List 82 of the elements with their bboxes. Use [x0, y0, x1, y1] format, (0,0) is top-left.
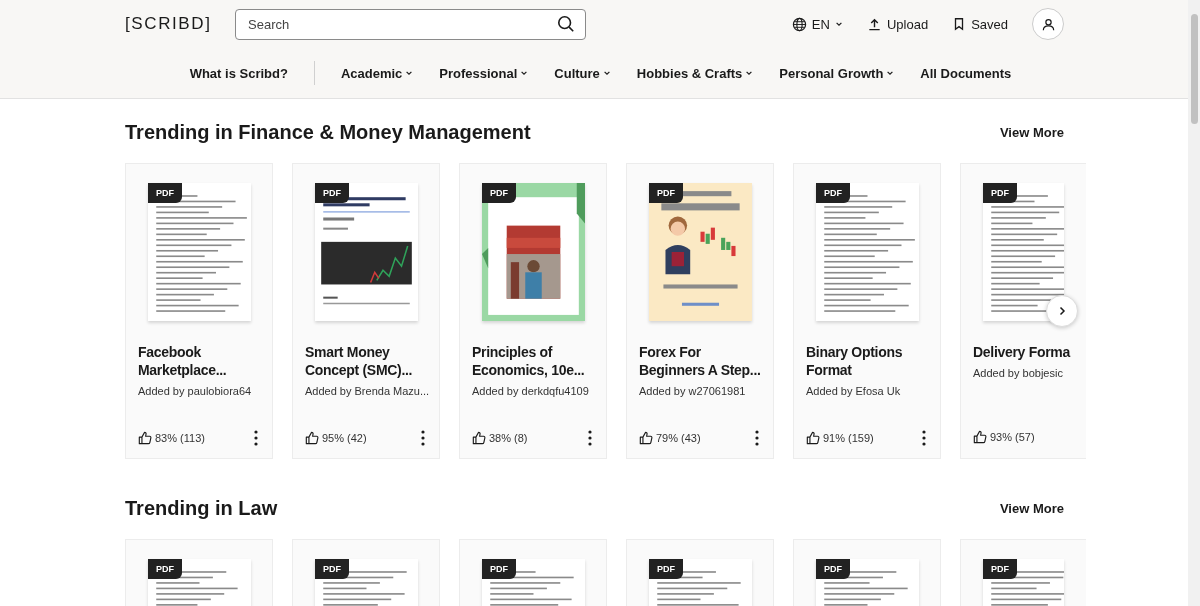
rating-text: 38% (8)	[489, 432, 528, 444]
document-card[interactable]: PDF Binary Options Format Added by Efosa Uk 91% (159)	[793, 163, 941, 459]
caret-icon	[886, 69, 895, 77]
document-title: Smart Money Concept (SMC)...	[305, 343, 414, 379]
format-badge: PDF	[983, 559, 1017, 579]
nav-link[interactable]: Academic	[340, 65, 414, 81]
document-card[interactable]: PDF	[459, 539, 607, 606]
more-vertical-icon	[755, 430, 759, 446]
nav-link[interactable]: Culture	[554, 65, 611, 81]
rating-text: 93% (57)	[990, 431, 1035, 443]
nav-link[interactable]: What is Scribd?	[189, 65, 288, 81]
nav-link[interactable]: Hobbies & Crafts	[636, 65, 754, 81]
nav-link[interactable]: All Documents	[920, 65, 1012, 81]
thumbs-up-icon	[305, 431, 319, 445]
more-vertical-icon	[421, 430, 425, 446]
rating-text: 91% (159)	[823, 432, 874, 444]
document-card[interactable]: PDF Facebook Marketplace... Added by paulobiora64 83% (113)	[125, 163, 273, 459]
author-text: Added by Efosa Uk	[806, 385, 902, 397]
caret-icon	[520, 69, 529, 77]
thumbs-up-icon	[472, 431, 486, 445]
view-more-link[interactable]: View More	[999, 500, 1064, 516]
document-card[interactable]: PDF	[960, 539, 1086, 606]
document-title: Forex For Beginners A Step...	[639, 343, 762, 379]
rating-text: 83% (113)	[155, 432, 205, 444]
document-title: Facebook Marketplace...	[138, 343, 228, 379]
format-badge: PDF	[649, 183, 683, 203]
caret-icon	[602, 69, 611, 77]
author-text: Added by Brenda Mazu...	[305, 385, 431, 397]
chevron-right-icon	[1057, 306, 1067, 316]
caret-icon	[745, 69, 754, 77]
document-card[interactable]: PDF	[626, 539, 774, 606]
format-badge: PDF	[315, 559, 349, 579]
rating-text: 95% (42)	[322, 432, 367, 444]
format-badge: PDF	[816, 183, 850, 203]
author-text: Added by paulobiora64	[138, 385, 253, 397]
thumbs-up-icon	[806, 431, 820, 445]
format-badge: PDF	[816, 559, 850, 579]
document-card[interactable]: PDF	[125, 539, 273, 606]
scrollbar[interactable]	[1188, 0, 1200, 606]
document-card[interactable]: PDF Smart Money Concept (SMC)... Added by Brenda Mazu... 95% (42)	[292, 163, 440, 459]
thumbs-up-icon	[973, 430, 987, 444]
view-more-link[interactable]: View More	[999, 124, 1064, 140]
account-button[interactable]	[1032, 8, 1064, 40]
document-title: Delivery Forma	[973, 343, 1072, 361]
author-text: Added by bobjesic	[973, 367, 1064, 379]
thumbs-up-icon	[639, 431, 653, 445]
document-card[interactable]: PDF Forex For Beginners A Step... Added by w27061981 79% (43)	[626, 163, 774, 459]
document-card[interactable]: PDF Principles of Economics, 10e... Added by derkdqfu4109 38% (8)	[459, 163, 607, 459]
more-vertical-icon	[254, 430, 258, 446]
document-card[interactable]: PDF Delivery Forma Added by bobjesic 93% (57)	[960, 163, 1086, 459]
user-icon	[1040, 16, 1056, 32]
nav-link[interactable]: Personal Growth	[779, 65, 895, 81]
nav-link[interactable]: Professional	[439, 65, 529, 81]
search-field[interactable]: Search	[235, 8, 586, 40]
more-vertical-icon	[588, 430, 592, 446]
globe-icon	[791, 16, 807, 32]
format-badge: PDF	[649, 559, 683, 579]
author-text: Added by derkdqfu4109	[472, 385, 590, 397]
logo[interactable]: [SCRIBD]	[125, 14, 235, 34]
format-badge: PDF	[482, 183, 516, 203]
document-card[interactable]: PDF	[793, 539, 941, 606]
caret-icon	[405, 69, 414, 77]
caret-icon	[834, 20, 843, 28]
document-title: Principles of Economics, 10e...	[472, 343, 586, 379]
rating-text: 79% (43)	[656, 432, 701, 444]
format-badge: PDF	[983, 183, 1017, 203]
search-icon[interactable]	[557, 14, 575, 33]
format-badge: PDF	[148, 183, 182, 203]
format-badge: PDF	[148, 559, 182, 579]
author-text: Added by w27061981	[639, 385, 747, 397]
saved-button[interactable]: Saved	[952, 16, 1008, 32]
language-button[interactable]: EN	[791, 16, 843, 32]
more-vertical-icon	[922, 430, 926, 446]
section-title: Trending in Law	[125, 496, 278, 520]
document-title: Binary Options Format	[806, 343, 904, 379]
upload-button[interactable]: Upload	[866, 16, 929, 32]
format-badge: PDF	[482, 559, 516, 579]
format-badge: PDF	[315, 183, 349, 203]
document-card[interactable]: PDF	[292, 539, 440, 606]
section-title: Trending in Finance & Money Management	[125, 120, 531, 144]
thumbs-up-icon	[138, 431, 152, 445]
upload-icon	[866, 16, 882, 32]
